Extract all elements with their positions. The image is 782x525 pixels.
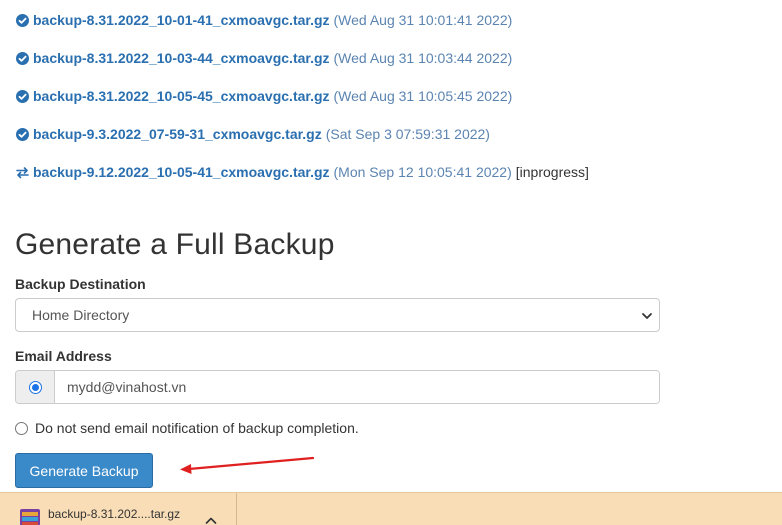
backup-item: backup-9.3.2022_07-59-31_cxmoavgc.tar.gz… xyxy=(16,123,490,145)
download-item[interactable]: backup-8.31.202....tar.gz xyxy=(0,493,237,525)
no-email-option[interactable]: Do not send email notification of backup… xyxy=(15,418,359,438)
backup-file-link[interactable]: backup-8.31.2022_10-01-41_cxmoavgc.tar.g… xyxy=(33,12,330,28)
no-email-label: Do not send email notification of backup… xyxy=(35,420,359,436)
transfer-arrows-icon xyxy=(16,166,29,179)
backup-item: backup-8.31.2022_10-01-41_cxmoavgc.tar.g… xyxy=(16,9,512,31)
destination-select[interactable]: Home Directory xyxy=(15,298,660,332)
backup-file-link[interactable]: backup-9.12.2022_10-05-41_cxmoavgc.tar.g… xyxy=(33,164,330,180)
section-title: Generate a Full Backup xyxy=(15,228,335,261)
check-circle-icon xyxy=(16,13,29,27)
backup-file-link[interactable]: backup-8.31.2022_10-05-45_cxmoavgc.tar.g… xyxy=(33,88,330,104)
chevron-down-icon xyxy=(642,313,652,319)
backup-date: (Sat Sep 3 07:59:31 2022) xyxy=(325,126,490,142)
download-file-name: backup-8.31.202....tar.gz xyxy=(48,507,181,521)
check-circle-icon xyxy=(16,51,29,65)
backup-item: backup-9.12.2022_10-05-41_cxmoavgc.tar.g… xyxy=(16,161,589,183)
backup-item: backup-8.31.2022_10-03-44_cxmoavgc.tar.g… xyxy=(16,47,512,69)
backup-date: (Wed Aug 31 10:01:41 2022) xyxy=(333,12,513,28)
destination-selected-value: Home Directory xyxy=(32,307,130,323)
archive-file-icon xyxy=(20,509,40,525)
email-field[interactable] xyxy=(55,371,659,403)
no-email-radio[interactable] xyxy=(15,421,28,435)
backup-date: (Wed Aug 31 10:03:44 2022) xyxy=(333,50,513,66)
destination-label: Backup Destination xyxy=(15,276,146,292)
generate-backup-button[interactable]: Generate Backup xyxy=(15,453,153,488)
download-bar: backup-8.31.202....tar.gz xyxy=(0,492,782,525)
backup-item: backup-8.31.2022_10-05-45_cxmoavgc.tar.g… xyxy=(16,85,512,107)
backup-file-link[interactable]: backup-8.31.2022_10-03-44_cxmoavgc.tar.g… xyxy=(33,50,330,66)
email-radio-selected[interactable] xyxy=(28,380,42,394)
email-input-group xyxy=(15,370,660,404)
annotation-arrow-icon xyxy=(180,456,315,474)
backup-date: (Mon Sep 12 10:05:41 2022) xyxy=(333,164,512,180)
email-label: Email Address xyxy=(15,348,112,364)
backup-date: (Wed Aug 31 10:05:45 2022) xyxy=(333,88,513,104)
check-circle-icon xyxy=(16,89,29,103)
backup-file-link[interactable]: backup-9.3.2022_07-59-31_cxmoavgc.tar.gz xyxy=(33,126,322,142)
email-radio-addon[interactable] xyxy=(16,371,55,403)
check-circle-icon xyxy=(16,127,29,141)
backup-status: [inprogress] xyxy=(515,164,589,180)
chevron-up-icon[interactable] xyxy=(205,516,217,524)
